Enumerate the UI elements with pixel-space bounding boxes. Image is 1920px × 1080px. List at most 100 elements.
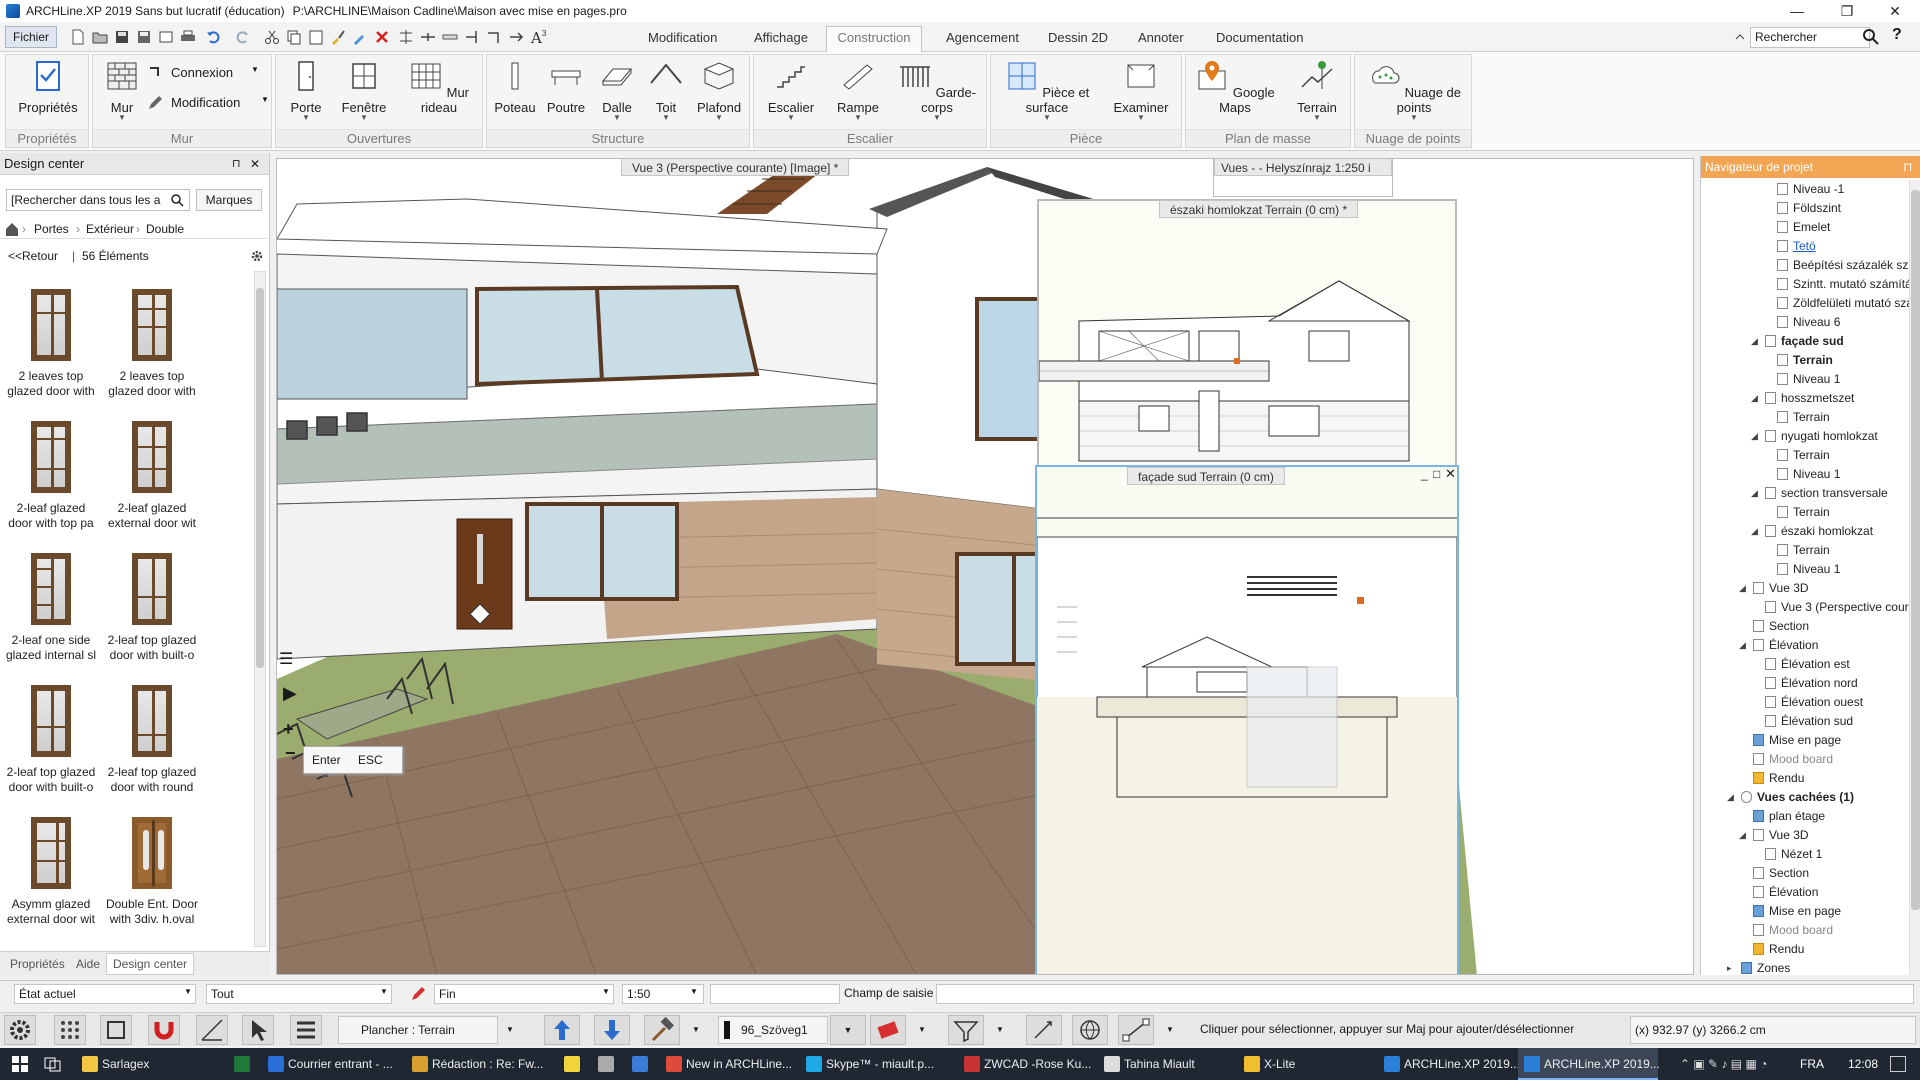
cut-icon[interactable] bbox=[264, 29, 280, 45]
trim-icon[interactable] bbox=[464, 29, 480, 45]
connection-button[interactable]: Connexion bbox=[171, 65, 233, 80]
brands-button[interactable]: Marques bbox=[196, 189, 262, 211]
navigator-item[interactable]: ◢ Élévation bbox=[1739, 636, 1818, 655]
taskbar-item[interactable]: ZWCAD -Rose Ku... bbox=[958, 1048, 1094, 1080]
navigator-item[interactable]: Zöldfelületi mutató szám bbox=[1777, 294, 1920, 313]
ramp-button[interactable]: Rampe ▼ bbox=[828, 59, 888, 122]
navigator-item[interactable]: Niveau 6 bbox=[1777, 313, 1840, 332]
tab-construction[interactable]: Construction bbox=[826, 26, 922, 53]
taskbar-item[interactable] bbox=[626, 1048, 656, 1080]
floor-dropdown[interactable]: Plancher : Terrain bbox=[338, 1016, 498, 1044]
open-icon[interactable] bbox=[92, 29, 108, 45]
breadcrumb-item[interactable]: Portes bbox=[34, 219, 69, 239]
breadcrumb-item[interactable]: Double bbox=[146, 219, 184, 239]
maximize-view-icon[interactable]: □ bbox=[1433, 467, 1440, 481]
text-style-dropdown-button[interactable]: ▼ bbox=[830, 1015, 866, 1045]
navigator-item[interactable]: ◢ Vue 3D bbox=[1739, 579, 1809, 598]
play-icon[interactable]: ▶ bbox=[283, 683, 297, 704]
layers-list-button[interactable] bbox=[290, 1015, 322, 1045]
level-up-button[interactable] bbox=[544, 1015, 580, 1045]
pin-icon[interactable]: ⊓ bbox=[232, 153, 241, 175]
tab-properties[interactable]: Propriétés bbox=[4, 955, 71, 973]
collapse-icon[interactable]: ◢ bbox=[1751, 427, 1758, 446]
taskbar-item[interactable]: Sarlagex bbox=[76, 1048, 224, 1080]
navigator-scrollbar[interactable] bbox=[1909, 180, 1920, 975]
chevron-down-icon[interactable]: ▼ bbox=[996, 1025, 1004, 1034]
examine-button[interactable]: Examiner ▼ bbox=[1103, 59, 1179, 122]
catalog-item[interactable]: 2 leaves top glazed door with bbox=[103, 289, 201, 399]
catalog-item[interactable]: Asymm glazed external door wit bbox=[2, 817, 100, 927]
taskbar-item[interactable]: Courrier entrant - ... bbox=[262, 1048, 402, 1080]
navigator-item[interactable]: ◢ nyugati homlokzat bbox=[1751, 427, 1878, 446]
navigator-item[interactable]: Mise en page bbox=[1753, 731, 1841, 750]
roof-button[interactable]: Toit ▼ bbox=[643, 59, 689, 122]
select-button[interactable] bbox=[242, 1015, 274, 1045]
breadcrumb-item[interactable]: Extérieur bbox=[86, 219, 134, 239]
catalog-item[interactable]: 2-leaf top glazed door with built-o bbox=[2, 685, 100, 795]
language-indicator[interactable]: FRA bbox=[1800, 1048, 1824, 1080]
navigator-item[interactable]: ◢ északi homlokzat bbox=[1751, 522, 1873, 541]
taskbar-item[interactable] bbox=[592, 1048, 622, 1080]
navigator-item[interactable]: Élévation nord bbox=[1765, 674, 1858, 693]
catalog-item[interactable]: Double Ent. Door with 3div. h.oval bbox=[103, 817, 201, 927]
home-icon[interactable] bbox=[4, 221, 20, 237]
navigator-item[interactable]: Terrain bbox=[1777, 541, 1830, 560]
views-window-title[interactable]: Vues - - Helyszínrajz 1:250 i bbox=[1214, 159, 1392, 176]
chevron-down-icon[interactable]: ▼ bbox=[1166, 1025, 1174, 1034]
taskbar-item[interactable]: Tahina Miault bbox=[1098, 1048, 1234, 1080]
taskbar-item[interactable]: Rédaction : Re: Fw... bbox=[406, 1048, 554, 1080]
snap-box-button[interactable] bbox=[100, 1015, 132, 1045]
maximize-button[interactable]: ❐ bbox=[1824, 0, 1870, 22]
collapse-icon[interactable]: ◢ bbox=[1727, 788, 1734, 807]
search-input[interactable]: Rechercher bbox=[1750, 27, 1870, 48]
text-style-dropdown[interactable]: 96_Szöveg1 bbox=[718, 1016, 828, 1044]
navigator-item[interactable]: Tetö bbox=[1777, 237, 1816, 256]
collapse-icon[interactable]: ◢ bbox=[1751, 389, 1758, 408]
navigator-item[interactable]: Mise en page bbox=[1753, 902, 1841, 921]
navigator-item[interactable]: Terrain bbox=[1777, 446, 1830, 465]
chevron-down-icon[interactable]: ▼ bbox=[184, 987, 192, 996]
collapse-icon[interactable]: ◢ bbox=[1751, 522, 1758, 541]
minimize-button[interactable]: — bbox=[1774, 0, 1820, 22]
drawing-viewport[interactable]: Vue 3 (Perspective courante) [Image] * V… bbox=[276, 158, 1694, 975]
collapse-icon[interactable]: ◢ bbox=[1739, 636, 1746, 655]
taskbar-item[interactable]: Skype™ - miault.p... bbox=[800, 1048, 954, 1080]
search-icon[interactable] bbox=[1862, 28, 1880, 46]
list-tools-icon[interactable]: ☰ bbox=[279, 649, 299, 669]
catalog-item[interactable]: 2 leaves top glazed door with bbox=[2, 289, 100, 399]
paste-icon[interactable] bbox=[308, 29, 324, 45]
navigator-item[interactable]: Nézet 1 bbox=[1765, 845, 1822, 864]
terrain-button[interactable]: Terrain ▼ bbox=[1286, 59, 1348, 122]
new-file-icon[interactable] bbox=[70, 29, 86, 45]
stair-button[interactable]: Escalier ▼ bbox=[758, 59, 824, 122]
tab-annoter[interactable]: Annoter bbox=[1132, 27, 1190, 49]
navigator-item[interactable]: Mood board bbox=[1753, 921, 1833, 940]
task-view-icon[interactable] bbox=[44, 1056, 62, 1072]
slab-button[interactable]: Dalle ▼ bbox=[593, 59, 641, 122]
filter-button[interactable] bbox=[948, 1015, 984, 1045]
enter-button[interactable]: Enter bbox=[312, 753, 341, 767]
collapse-icon[interactable]: ◢ bbox=[1751, 484, 1758, 503]
navigator-item[interactable]: Földszint bbox=[1777, 199, 1841, 218]
catalog-item[interactable]: 2-leaf top glazed door with round bbox=[103, 685, 201, 795]
navigator-item[interactable]: Élévation est bbox=[1765, 655, 1850, 674]
navigator-item[interactable]: ◢ hosszmetszet bbox=[1751, 389, 1854, 408]
snap-points-button[interactable] bbox=[1026, 1015, 1062, 1045]
navigator-item[interactable]: Élévation ouest bbox=[1765, 693, 1863, 712]
navigator-item[interactable]: Vue 3 (Perspective courant bbox=[1765, 598, 1920, 617]
state-dropdown[interactable]: État actuel bbox=[14, 984, 196, 1004]
collapse-icon[interactable]: ◢ bbox=[1739, 826, 1746, 845]
room-area-button[interactable]: Pièce et surface ▼ bbox=[995, 59, 1099, 122]
magnet-button[interactable] bbox=[148, 1015, 180, 1045]
railing-button[interactable]: Garde-corps ▼ bbox=[890, 59, 984, 122]
taskbar-item[interactable] bbox=[558, 1048, 588, 1080]
back-link[interactable]: <<Retour bbox=[8, 249, 58, 263]
file-menu-button[interactable]: Fichier bbox=[5, 26, 57, 48]
navigator-item[interactable]: Emelet bbox=[1777, 218, 1830, 237]
save-as-icon[interactable] bbox=[136, 29, 152, 45]
navigator-item[interactable]: Rendu bbox=[1753, 769, 1804, 788]
chevron-down-icon[interactable]: ▼ bbox=[918, 1025, 926, 1034]
column-button[interactable]: Poteau bbox=[491, 59, 539, 115]
chevron-down-icon[interactable]: ▼ bbox=[506, 1025, 514, 1034]
navigator-item[interactable]: Section bbox=[1753, 617, 1809, 636]
